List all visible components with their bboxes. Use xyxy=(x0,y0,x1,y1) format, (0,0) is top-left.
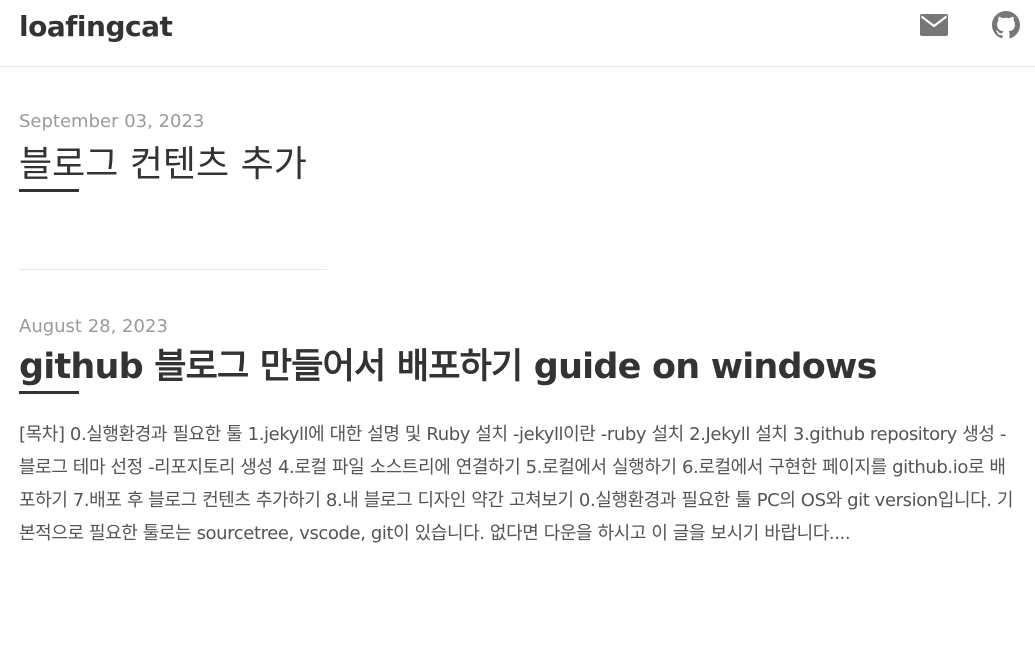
post-item: September 03, 2023 블로그 컨텐츠 추가 xyxy=(19,111,1019,193)
post-divider xyxy=(19,269,327,270)
github-icon xyxy=(992,11,1020,39)
post-title-link[interactable]: 블로그 컨텐츠 추가 xyxy=(19,143,307,186)
title-underline xyxy=(19,189,79,193)
post-excerpt: [목차] 0.실행환경과 필요한 툴 1.jekyll에 대한 설명 및 Rub… xyxy=(19,424,1014,544)
post-date: September 03, 2023 xyxy=(19,111,205,132)
envelope-icon xyxy=(920,14,948,36)
post-date: August 28, 2023 xyxy=(19,316,168,337)
site-title-link[interactable]: loafingcat xyxy=(19,10,173,43)
title-underline xyxy=(19,391,79,394)
post-title-link[interactable]: github 블로그 만들어서 배포하기 guide on windows xyxy=(19,346,877,388)
post-item: August 28, 2023 github 블로그 만들어서 배포하기 gui… xyxy=(19,316,1019,550)
github-link[interactable] xyxy=(991,10,1021,40)
email-link[interactable] xyxy=(919,10,949,40)
site-header: loafingcat xyxy=(0,0,1035,67)
